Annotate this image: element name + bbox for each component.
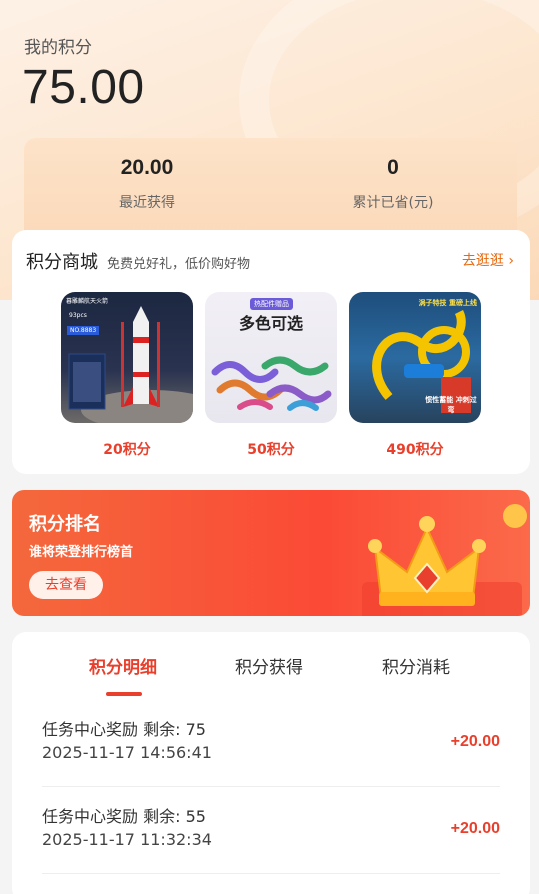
list-item: 任务中心奖励 剩余: 55 2025-11-17 11:32:34 +20.00: [12, 803, 530, 890]
mall-header: 积分商城 免费兑好礼，低价购好物: [26, 248, 250, 274]
mall-title: 积分商城: [26, 252, 98, 273]
mall-more-link[interactable]: 去逛逛 ›: [462, 250, 514, 270]
product-image-caption: 惯性蓄能 冲刺过弯: [425, 396, 477, 414]
stat-label: 最近获得: [119, 195, 175, 211]
ranking-subtitle: 谁将荣登排行榜首: [29, 545, 134, 560]
ranking-view-button[interactable]: 去查看: [29, 571, 103, 599]
product-image-caption: 暮雕麟航天火箭: [66, 298, 109, 305]
points-detail-card: 积分明细 积分获得 积分消耗 任务中心奖励 剩余: 75 2025-11-17 …: [12, 632, 530, 894]
stat-recent: 20.00 最近获得: [24, 156, 270, 212]
product-image: 暮雕麟航天火箭 93pcs NO.8883: [61, 292, 193, 423]
total-points: 75.00: [22, 61, 145, 114]
divider: [42, 873, 500, 874]
product-image: 涡子特技 重磅上线 惯性蓄能 冲刺过弯: [349, 292, 481, 423]
product-image-caption: 涡子特技 重磅上线: [418, 299, 477, 307]
stat-value: 0: [387, 156, 399, 179]
tab-points-detail[interactable]: 积分明细: [89, 653, 157, 678]
product-card[interactable]: 暮雕麟航天火箭 93pcs NO.8883 20积分: [61, 292, 193, 459]
record-amount: +20.00: [450, 820, 500, 837]
mall-subtitle: 免费兑好礼，低价购好物: [107, 257, 251, 272]
divider: [42, 786, 500, 787]
product-card[interactable]: 涡子特技 重磅上线 惯性蓄能 冲刺过弯 490积分: [349, 292, 481, 459]
record-time: 2025-11-17 14:56:41: [42, 743, 212, 762]
stat-value: 20.00: [120, 156, 174, 179]
product-price: 20积分: [103, 442, 151, 458]
active-tab-indicator: [106, 692, 142, 696]
record-amount: +20.00: [450, 733, 500, 750]
product-image-caption: NO.8883: [67, 326, 100, 335]
product-image: 热配件赠品 多色可选: [205, 292, 337, 423]
points-mall-card: 积分商城 免费兑好礼，低价购好物 去逛逛 › 暮雕麟航天火箭 93pcs NO.…: [12, 230, 530, 474]
product-card[interactable]: 热配件赠品 多色可选 50积分: [205, 292, 337, 459]
record-time: 2025-11-17 11:32:34: [42, 830, 212, 849]
stat-label: 累计已省(元): [352, 195, 434, 211]
chevron-right-icon: ›: [508, 253, 514, 269]
product-image-caption: 热配件赠品: [250, 298, 293, 310]
ranking-banner[interactable]: 积分排名 谁将荣登排行榜首 去查看: [12, 490, 530, 616]
list-item: 任务中心奖励 剩余: 75 2025-11-17 14:56:41 +20.00: [12, 716, 530, 803]
product-image-caption: 93pcs: [69, 312, 87, 319]
record-title: 任务中心奖励 剩余: 75: [42, 720, 206, 739]
ranking-title: 积分排名: [29, 514, 101, 535]
product-price: 50积分: [247, 442, 295, 458]
page-title: 我的积分: [24, 38, 92, 58]
mall-more-label: 去逛逛: [461, 253, 504, 269]
tab-points-spent[interactable]: 积分消耗: [382, 653, 450, 678]
product-price: 490积分: [386, 442, 444, 458]
tab-points-earned[interactable]: 积分获得: [235, 653, 303, 678]
record-title: 任务中心奖励 剩余: 55: [42, 807, 206, 826]
crown-icon: [362, 504, 527, 616]
product-image-caption: 多色可选: [238, 314, 303, 333]
stat-saved: 0 累计已省(元): [270, 156, 516, 212]
